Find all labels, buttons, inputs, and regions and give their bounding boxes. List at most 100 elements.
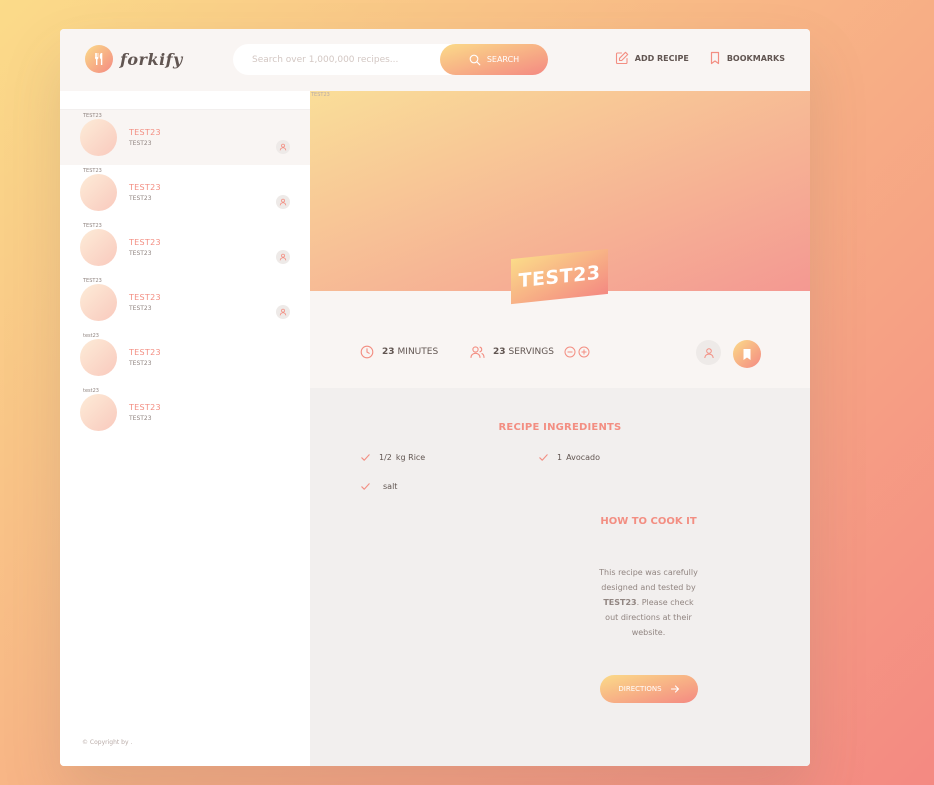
result-title: TEST23 xyxy=(129,403,161,412)
servings-label: SERVINGS xyxy=(508,347,554,357)
result-thumbnail-alt: test23 xyxy=(83,333,99,339)
directions-button[interactable]: DIRECTIONS xyxy=(600,675,698,703)
results-top-spacer xyxy=(60,91,310,110)
result-title: TEST23 xyxy=(129,183,161,192)
result-publisher: TEST23 xyxy=(129,415,152,422)
ingredient-quantity: 1/2 xyxy=(379,453,392,462)
result-thumbnail: TEST23 xyxy=(80,113,117,156)
bookmark-recipe-button[interactable] xyxy=(733,340,761,368)
search-input[interactable] xyxy=(252,54,452,65)
ingredient-item: 1/2 kg Rice xyxy=(360,452,425,463)
ingredient-description: Avocado xyxy=(566,453,600,462)
recipe-info-servings: 23 SERVINGS xyxy=(470,345,590,359)
result-item[interactable]: test23 TEST23 TEST23 xyxy=(60,385,310,440)
cook-text-1: This recipe was carefully designed and t… xyxy=(599,568,698,592)
result-text: TEST23 TEST23 xyxy=(129,293,161,312)
servings-value: 23 xyxy=(493,347,506,357)
user-icon xyxy=(279,198,287,206)
fork-knife-icon xyxy=(85,45,113,73)
recipe-info-minutes: 23 MINUTES xyxy=(360,345,438,359)
recipe-publisher: TEST23 xyxy=(603,598,637,607)
result-thumbnail-alt: TEST23 xyxy=(83,278,102,284)
result-user-generated xyxy=(276,140,290,154)
plus-circle-icon xyxy=(578,346,590,358)
result-text: TEST23 TEST23 xyxy=(129,238,161,257)
users-icon xyxy=(470,346,485,359)
edit-icon xyxy=(615,51,629,65)
ingredient-item: salt xyxy=(360,481,397,492)
minus-circle-icon xyxy=(564,346,576,358)
user-icon xyxy=(279,253,287,261)
recipe-view: TEST23 23 MINUTES 23 SERVINGS TEST23 REC… xyxy=(310,91,810,766)
result-thumbnail-alt: TEST23 xyxy=(83,168,102,174)
result-publisher: TEST23 xyxy=(129,305,152,312)
result-title: TEST23 xyxy=(129,293,161,302)
result-item[interactable]: TEST23 TEST23 TEST23 xyxy=(60,110,310,165)
recipe-details: 23 MINUTES 23 SERVINGS xyxy=(310,291,810,388)
bookmarks-button[interactable]: BOOKMARKS xyxy=(709,51,785,65)
search-results: TEST23 TEST23 TEST23 TEST23 TEST23 TEST23 TEST… xyxy=(60,91,310,766)
results-list: TEST23 TEST23 TEST23 TEST23 TEST23 TEST23 TEST… xyxy=(60,110,310,440)
result-user-generated xyxy=(276,195,290,209)
result-thumbnail: test23 xyxy=(80,388,117,431)
search-button[interactable]: SEARCH xyxy=(440,44,548,75)
check-icon xyxy=(539,454,548,461)
recipe-image-alt: TEST23 xyxy=(311,92,330,98)
search-button-label: SEARCH xyxy=(486,55,520,64)
user-icon xyxy=(279,308,287,316)
clock-icon xyxy=(360,345,374,359)
ingredients-heading: RECIPE INGREDIENTS xyxy=(498,422,622,433)
user-icon xyxy=(279,143,287,151)
result-thumbnail: TEST23 xyxy=(80,168,117,211)
how-to-cook-heading: HOW TO COOK IT xyxy=(600,516,697,527)
search-form: SEARCH xyxy=(233,44,548,75)
result-publisher: TEST23 xyxy=(129,250,152,257)
cook-description: This recipe was carefully designed and t… xyxy=(597,565,700,640)
logo-text: forkify xyxy=(120,49,183,69)
add-recipe-label: ADD RECIPE xyxy=(634,53,689,63)
decrease-servings-button[interactable] xyxy=(564,346,576,358)
copyright: © Copyright by . xyxy=(82,739,133,746)
result-thumbnail-alt: test23 xyxy=(83,388,99,394)
add-recipe-button[interactable]: ADD RECIPE xyxy=(615,51,689,65)
result-item[interactable]: TEST23 TEST23 TEST23 xyxy=(60,275,310,330)
ingredient-quantity: 1 xyxy=(557,453,563,462)
bookmarks-label: BOOKMARKS xyxy=(726,53,785,63)
app-container: forkify SEARCH ADD RECIPE xyxy=(60,29,810,766)
bookmark-icon xyxy=(710,51,719,65)
result-item[interactable]: TEST23 TEST23 TEST23 xyxy=(60,220,310,275)
result-thumbnail-alt: TEST23 xyxy=(83,113,102,119)
increase-servings-button[interactable] xyxy=(578,346,590,358)
result-text: TEST23 TEST23 xyxy=(129,348,161,367)
arrow-right-icon xyxy=(670,685,679,693)
minutes-value: 23 xyxy=(382,347,395,357)
check-icon xyxy=(361,454,370,461)
result-thumbnail: TEST23 xyxy=(80,223,117,266)
result-publisher: TEST23 xyxy=(129,360,152,367)
result-title: TEST23 xyxy=(129,128,161,137)
logo[interactable]: forkify xyxy=(85,45,183,73)
result-title: TEST23 xyxy=(129,348,161,357)
result-thumbnail-alt: TEST23 xyxy=(83,223,102,229)
bookmark-filled-icon xyxy=(743,348,751,360)
result-title: TEST23 xyxy=(129,238,161,247)
result-user-generated xyxy=(276,250,290,264)
result-publisher: TEST23 xyxy=(129,195,152,202)
minutes-label: MINUTES xyxy=(397,347,439,357)
check-icon xyxy=(361,483,370,490)
ingredient-description: salt xyxy=(383,482,398,491)
result-text: TEST23 TEST23 xyxy=(129,403,161,422)
search-icon xyxy=(469,54,481,65)
result-item[interactable]: test23 TEST23 TEST23 xyxy=(60,330,310,385)
result-user-generated xyxy=(276,305,290,319)
directions-label: DIRECTIONS xyxy=(618,685,662,693)
header: forkify SEARCH ADD RECIPE xyxy=(60,29,810,91)
result-item[interactable]: TEST23 TEST23 TEST23 xyxy=(60,165,310,220)
ingredient-item: 1 Avocado xyxy=(538,452,600,463)
result-publisher: TEST23 xyxy=(129,140,152,147)
result-thumbnail: TEST23 xyxy=(80,278,117,321)
recipe-title-text: TEST23 xyxy=(518,261,601,292)
result-thumbnail: test23 xyxy=(80,333,117,376)
nav: ADD RECIPE BOOKMARKS xyxy=(615,51,785,65)
user-icon xyxy=(703,347,714,358)
